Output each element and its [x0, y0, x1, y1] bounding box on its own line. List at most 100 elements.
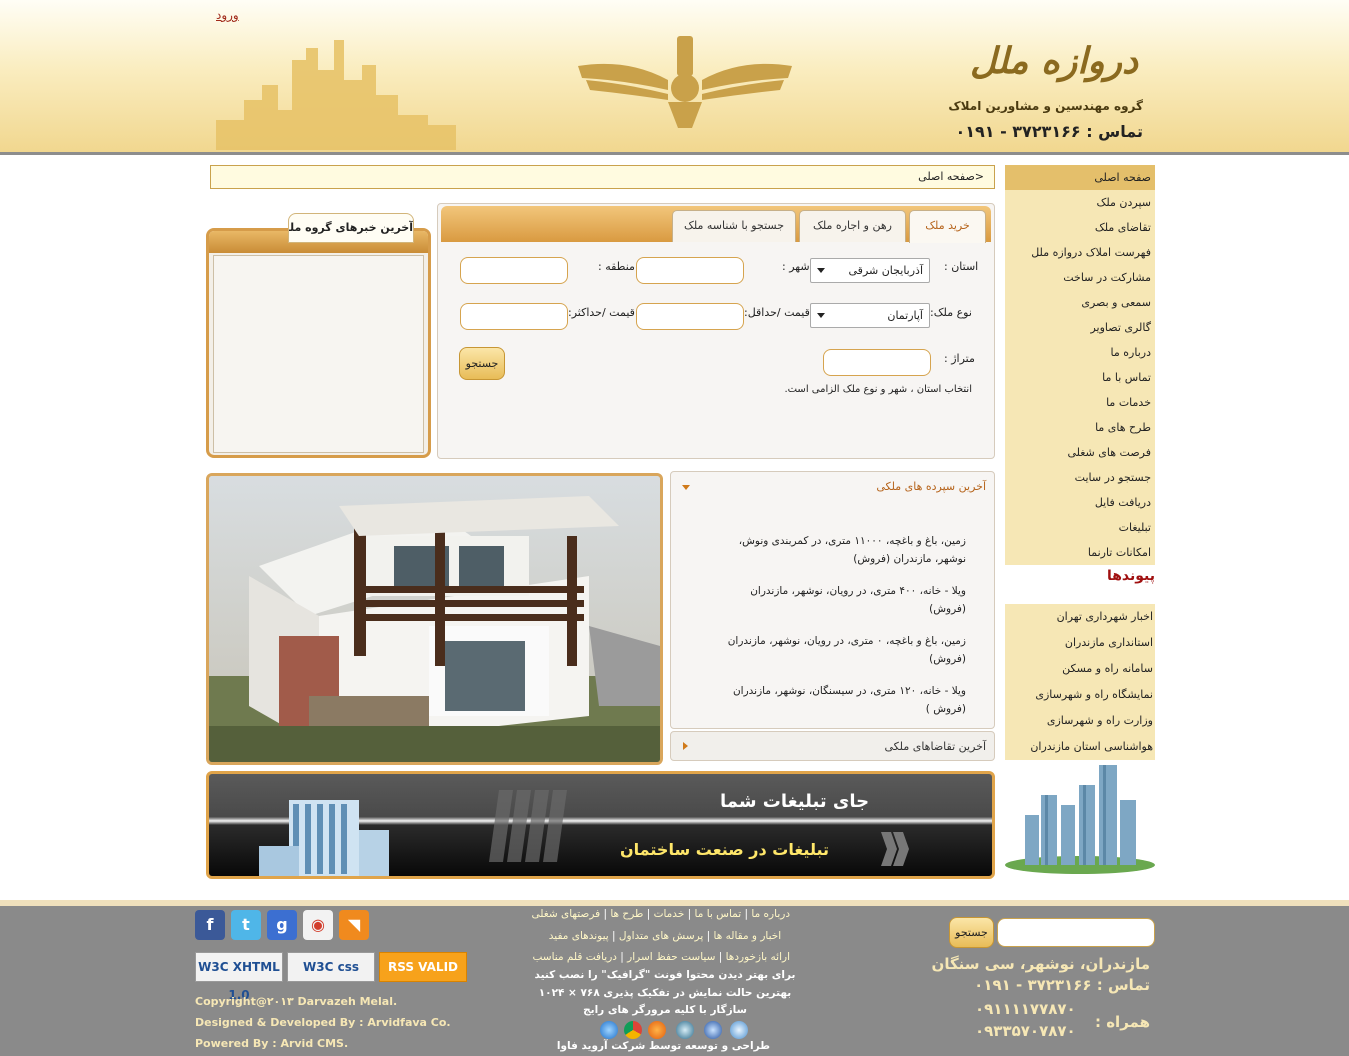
sidebar-menu-item[interactable]: خدمات ما [1005, 390, 1155, 415]
area-field[interactable] [823, 349, 931, 376]
footer-link[interactable]: درباره ما [751, 908, 790, 920]
external-link-item[interactable]: نمایشگاه راه و شهرسازی [1005, 682, 1155, 708]
sidebar-menu-item[interactable]: تبلیغات [1005, 515, 1155, 540]
footer-link[interactable]: پیوندهای مفید [549, 930, 609, 942]
footer-link[interactable]: دریافت قلم مناسب [532, 951, 616, 963]
rss-icon[interactable]: ◥ [339, 910, 369, 940]
separator: | [643, 908, 654, 920]
footer-link[interactable]: پرسش های متداول [619, 930, 703, 942]
separator: | [616, 951, 628, 963]
links-heading: پیوندها [1106, 568, 1155, 584]
max-price-field[interactable] [460, 303, 568, 330]
news-box-title: آخرین خبرهای گروه ملل [288, 213, 414, 243]
tab-buy-property[interactable]: خرید ملک [909, 210, 986, 243]
separator: | [715, 951, 726, 963]
tab-rent-property[interactable]: رهن و اجاره ملک [799, 210, 906, 242]
site-logo-title[interactable]: دروازه ملل [970, 40, 1138, 82]
listing-item[interactable]: ویلا - خانه، ۱۲۰ متری، در سیسنگان، نوشهر… [716, 682, 966, 718]
sidebar-menu-item[interactable]: سپردن ملک [1005, 190, 1155, 215]
netscape-icon [704, 1021, 722, 1039]
safari-icon [676, 1021, 694, 1039]
province-select[interactable]: آذربایجان شرقی [810, 258, 930, 283]
sidebar-menu-item[interactable]: صفحه اصلی [1005, 165, 1155, 190]
footer-search-input[interactable] [997, 918, 1155, 947]
footer-link[interactable]: ارائه بازخوردها [726, 951, 790, 963]
sidebar-menu-item[interactable]: فرصت های شغلی [1005, 440, 1155, 465]
footer-link[interactable]: سیاست حفظ اسرار [627, 951, 715, 963]
footer-link[interactable]: اخبار و مقاله ها [714, 930, 782, 942]
chrome-icon [624, 1021, 642, 1039]
latest-listings-panel: آخرین سپرده های ملکی زمین، باغ و باغچه، … [670, 471, 995, 729]
designer-credit[interactable]: طراحی و توسعه توسط شرکت آروید فاوا [557, 1040, 770, 1052]
advertisement-banner[interactable] [206, 771, 995, 879]
sidebar-menu-item[interactable]: امکانات تارنما [1005, 540, 1155, 565]
province-label: استان : [944, 260, 979, 273]
developer-credit[interactable]: Designed & Developed By : Arvidfava Co. [195, 1016, 451, 1029]
city-field[interactable] [636, 257, 744, 284]
sidebar-menu-item[interactable]: طرح های ما [1005, 415, 1155, 440]
external-link-item[interactable]: هواشناسی استان مازندران [1005, 734, 1155, 760]
links-list: اخبار شهرداری تهران استانداری مازندران سام… [1005, 604, 1155, 760]
province-selected-value: آذربایجان شرقی [848, 264, 923, 277]
site-logo-subtitle: گروه مهندسین و مشاورین املاک [948, 99, 1143, 113]
google-icon[interactable]: g [267, 910, 297, 940]
facebook-icon[interactable]: f [195, 910, 225, 940]
footer-phone: تماس : ۳۷۲۳۱۶۶ - ۰۱۹۱ [974, 976, 1150, 994]
tab-search-by-id[interactable]: جستجو با شناسه ملک [672, 210, 796, 242]
separator: | [600, 908, 611, 920]
latest-requests-panel[interactable]: آخرین تقاضاهای ملکی [670, 731, 995, 761]
latest-listings-heading[interactable]: آخرین سپرده های ملکی [876, 480, 986, 493]
sidebar-menu-item[interactable]: جستجو در سایت [1005, 465, 1155, 490]
sidebar-menu-item[interactable]: تقاضای ملک [1005, 215, 1155, 240]
header-phone: تماس : ۳۷۲۳۱۶۶ - ۰۱۹۱ [955, 122, 1143, 141]
external-link-item[interactable]: استانداری مازندران [1005, 630, 1155, 656]
footer-link[interactable]: تماس با ما [695, 908, 742, 920]
sidebar-menu-item[interactable]: سمعی و بصری [1005, 290, 1155, 315]
city-label: شهر : [782, 260, 810, 273]
footer-search-button[interactable]: جستجو [949, 917, 994, 948]
listing-item[interactable]: ویلا - خانه، ۴۰۰ متری، در رویان، نوشهر، … [716, 582, 966, 618]
footer-link[interactable]: طرح ها [610, 908, 643, 920]
footer-address: مازندران، نوشهر، سی سنگان [931, 955, 1150, 973]
min-price-field[interactable] [636, 303, 744, 330]
caret-right-icon[interactable] [683, 742, 688, 750]
featured-property-image[interactable] [206, 473, 663, 765]
sidebar-menu-item[interactable]: فهرست املاک دروازه ملل [1005, 240, 1155, 265]
font-install-note: برای بهتر دیدن محتوا فونت "گرافیک" را نص… [534, 969, 796, 981]
breadcrumb: <صفحه اصلی [210, 165, 995, 189]
breadcrumb-home-link[interactable]: <صفحه اصلی [918, 170, 984, 183]
css-valid-badge[interactable]: W3C css [287, 952, 375, 982]
opera-icon [730, 1021, 748, 1039]
search-submit-button[interactable]: جستجو [459, 347, 505, 380]
picasa-icon[interactable]: ◉ [303, 910, 333, 940]
property-type-select[interactable]: آپارتمان [810, 303, 930, 328]
chevron-down-icon [817, 313, 825, 318]
min-price-label: قیمت /حداقل: [744, 306, 810, 319]
footer-links-row: ارائه بازخوردها | سیاست حفظ اسرار | دریا… [532, 951, 790, 963]
twitter-icon[interactable]: t [231, 910, 261, 940]
latest-requests-heading[interactable]: آخرین تقاضاهای ملکی [884, 740, 986, 753]
external-link-item[interactable]: وزارت راه و شهرسازی [1005, 708, 1155, 734]
sidebar-menu-item[interactable]: مشارکت در ساخت [1005, 265, 1155, 290]
ad-title: جای تبلیغات شما [720, 791, 870, 812]
area-label: متراژ : [944, 352, 975, 365]
external-link-item[interactable]: اخبار شهرداری تهران [1005, 604, 1155, 630]
listing-item[interactable]: زمین، باغ و باغچه، ۰ متری، در رویان، نوش… [716, 632, 966, 668]
footer-link[interactable]: فرصتهای شغلی [532, 908, 601, 920]
news-box [206, 228, 431, 458]
ie-icon [600, 1021, 618, 1039]
caret-down-icon[interactable] [682, 485, 690, 490]
xhtml-valid-badge[interactable]: W3C XHTML 1.0 [195, 952, 283, 1002]
listing-item[interactable]: زمین، باغ و باغچه، ۱۱۰۰۰ متری، در کمربند… [716, 532, 966, 568]
sidebar-menu-item[interactable]: تماس با ما [1005, 365, 1155, 390]
sidebar-menu-item[interactable]: درباره ما [1005, 340, 1155, 365]
sidebar-menu-item[interactable]: گالری تصاویر [1005, 315, 1155, 340]
skyscrapers-image [1005, 760, 1155, 875]
powered-by-text[interactable]: Powered By : Arvid CMS. [195, 1037, 348, 1050]
sidebar-menu-item[interactable]: دریافت فایل [1005, 490, 1155, 515]
login-link[interactable]: ورود [216, 8, 239, 22]
region-field[interactable] [460, 257, 568, 284]
rss-valid-badge[interactable]: RSS VALID [379, 952, 467, 982]
external-link-item[interactable]: سامانه راه و مسکن [1005, 656, 1155, 682]
footer-link[interactable]: خدمات [654, 908, 685, 920]
